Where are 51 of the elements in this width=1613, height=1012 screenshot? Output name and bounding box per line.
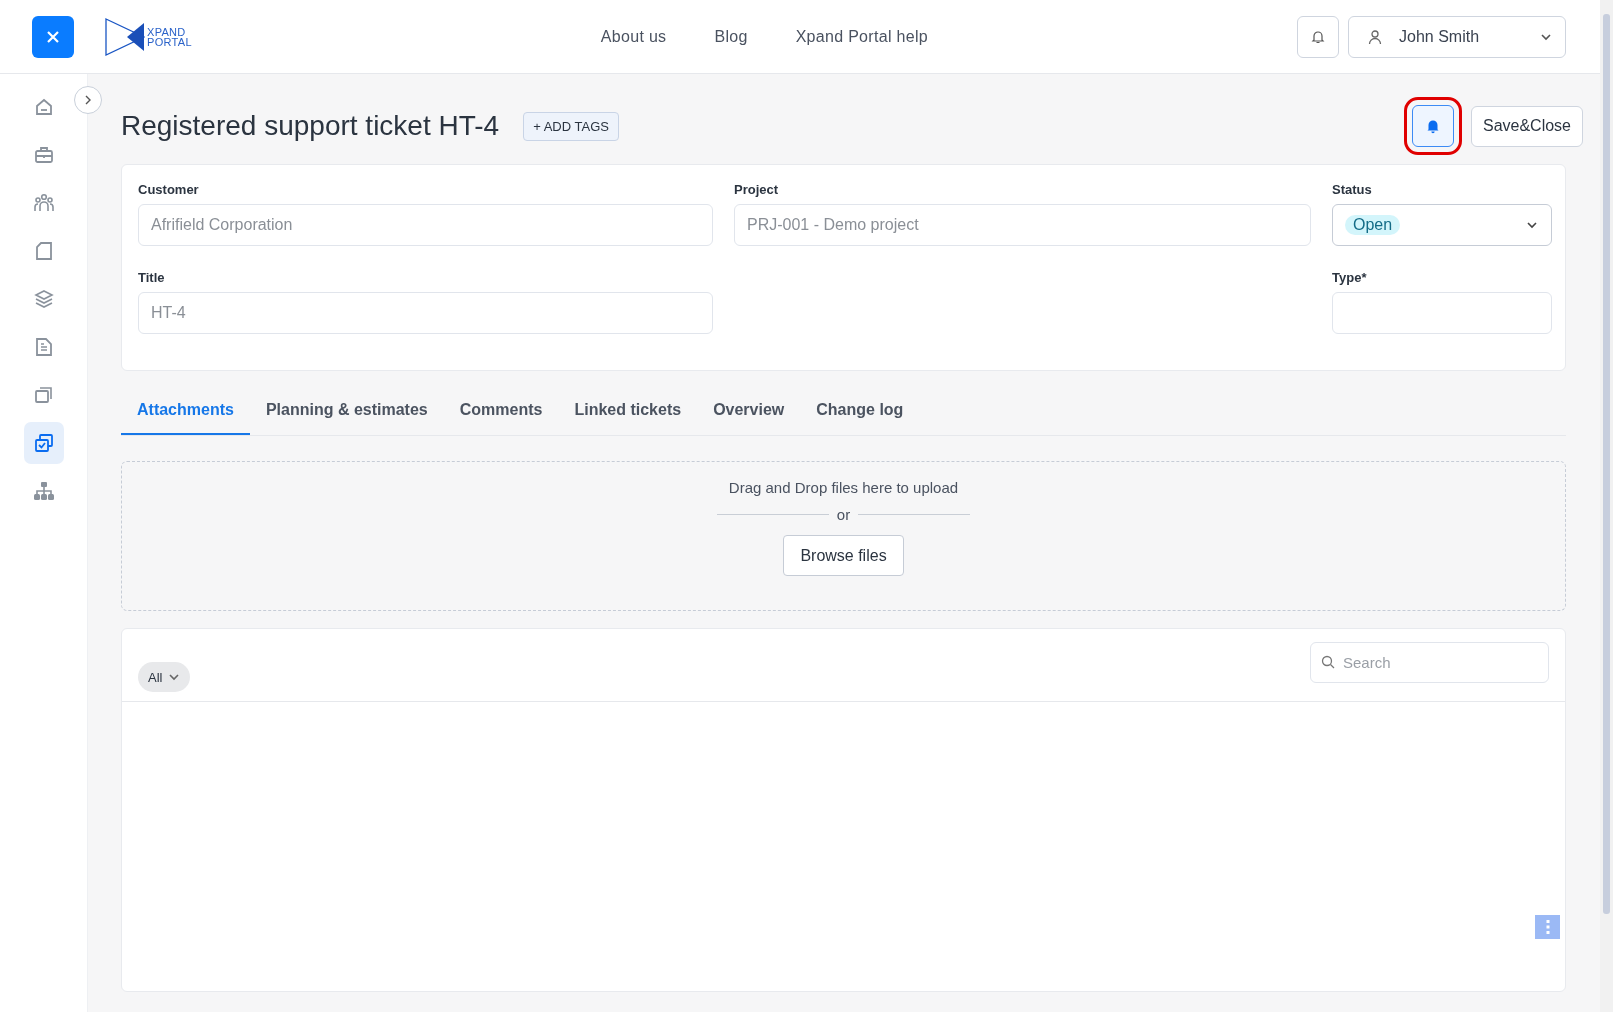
add-tags-button[interactable]: + ADD TAGS (523, 111, 619, 141)
tab[interactable]: Comments (443, 383, 559, 435)
field-label: Title (138, 270, 166, 286)
hierarchy-icon (32, 480, 55, 502)
more-vertical-icon (1545, 919, 1550, 935)
or-separator: or (836, 506, 851, 523)
logo-text: PORTAL (147, 36, 192, 47)
nav-link[interactable]: Xpand Portal help (795, 27, 928, 46)
field-label: Customer (138, 182, 200, 198)
status-badge: Open (1345, 215, 1401, 235)
logo[interactable]: XPAND PORTAL (105, 17, 192, 56)
status-dropdown[interactable]: Open (1332, 204, 1552, 246)
scrollbar[interactable] (1600, 0, 1613, 1012)
notifications-button[interactable] (1297, 15, 1339, 58)
search-icon (1321, 654, 1335, 669)
user-icon (1367, 28, 1383, 45)
sidebar-item[interactable] (23, 422, 64, 464)
nav-link[interactable]: Blog (714, 27, 748, 46)
browse-files-button[interactable]: Browse files (783, 535, 904, 576)
drop-prompt: Drag and Drop files here to upload (728, 479, 959, 496)
tab[interactable]: Attachments (121, 383, 250, 435)
tab[interactable]: Overview (697, 383, 801, 435)
logo-icon (105, 17, 145, 56)
tab[interactable]: Change log (800, 383, 920, 435)
nav-link[interactable]: About us (600, 27, 667, 46)
save-and-close-button[interactable]: Save&Close (1470, 105, 1583, 147)
customer-field[interactable]: Afrifield Corporation (138, 204, 713, 246)
stacked-pages-icon (32, 384, 55, 406)
logo-text: XPAND (147, 26, 187, 37)
page-title: Registered support ticket HT-4 (121, 110, 500, 142)
field-label: Status (1332, 182, 1373, 198)
briefcase-icon (32, 144, 55, 166)
caret-icon (168, 671, 181, 683)
filter-dropdown[interactable]: All (138, 662, 191, 692)
field-label: Project (734, 182, 780, 198)
field-label: Type* (1332, 270, 1368, 286)
search-field[interactable]: Search (1310, 641, 1549, 683)
title-field[interactable]: HT-4 (138, 292, 713, 334)
layers-icon (32, 288, 55, 310)
tab[interactable]: Planning & estimates (249, 383, 444, 435)
type-field[interactable] (1332, 292, 1552, 334)
more-options-button[interactable] (1535, 915, 1560, 939)
user-menu[interactable]: John Smith (1348, 15, 1566, 58)
project-field[interactable]: PRJ-001 - Demo project (734, 204, 1311, 246)
bell-icon (1310, 28, 1326, 45)
tab[interactable]: Linked tickets (558, 383, 698, 435)
close-icon (45, 28, 61, 45)
checked-pages-icon (32, 432, 55, 454)
close-button[interactable] (32, 15, 74, 58)
drop-zone[interactable]: Drag and Drop files here to upload or Browse files (121, 461, 1566, 611)
people-icon (32, 192, 55, 214)
